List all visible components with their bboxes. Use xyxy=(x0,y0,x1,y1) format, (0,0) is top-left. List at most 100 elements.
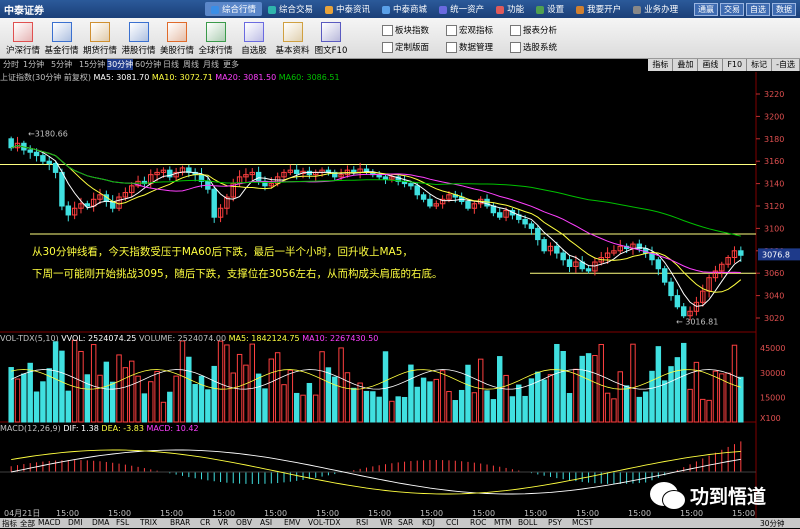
menu-item-1[interactable]: 综合交易 xyxy=(262,2,319,16)
volume-bar xyxy=(712,370,719,423)
volume-bar xyxy=(198,375,205,423)
toolbar-small-button-2[interactable]: 定制版面 xyxy=(382,41,429,53)
volume-bar xyxy=(300,394,306,423)
indicator-tab-6[interactable]: TRIX xyxy=(140,518,157,527)
indicator-tab-22[interactable]: PSY xyxy=(548,518,562,527)
period-4[interactable]: 30分钟 xyxy=(107,59,134,70)
chart-tool-1[interactable]: 叠加 xyxy=(673,59,699,71)
toolbar-button-2[interactable]: 期货行情 xyxy=(81,20,119,56)
volume-bar xyxy=(160,401,167,423)
volume-bar xyxy=(84,374,91,423)
menu-item-2[interactable]: 中泰资讯 xyxy=(319,2,376,16)
indicator-tab-11[interactable]: ASI xyxy=(260,518,272,527)
period-3[interactable]: 15分钟 xyxy=(79,59,105,70)
period-6[interactable]: 日线 xyxy=(163,59,179,70)
volume-bar xyxy=(503,374,509,423)
period-5[interactable]: 60分钟 xyxy=(135,59,161,70)
volume-bar xyxy=(382,351,389,423)
indicator-tab-1[interactable]: 全部 xyxy=(20,518,35,529)
candle-body xyxy=(65,205,71,216)
menu-icon xyxy=(536,5,545,14)
period-7[interactable]: 周线 xyxy=(183,59,199,70)
title-button-3[interactable]: 数据 xyxy=(772,3,796,16)
period-1[interactable]: 1分钟 xyxy=(23,59,44,70)
toolbar-button-1[interactable]: 基金行情 xyxy=(43,20,81,56)
toolbar-small-button-3[interactable]: 数据管理 xyxy=(446,41,493,53)
price-tick-label: 3120 xyxy=(764,202,784,211)
indicator-tab-0[interactable]: 指标 xyxy=(2,518,17,529)
kline-chart[interactable]: 3220320031803160314031203100308030603040… xyxy=(0,72,800,518)
chart-tool-2[interactable]: 画线 xyxy=(698,59,724,71)
indicator-tab-9[interactable]: VR xyxy=(218,518,228,527)
indicator-tab-21[interactable]: BOLL xyxy=(518,518,537,527)
small-button-label: 宏观指标 xyxy=(459,26,494,36)
indicator-tab-5[interactable]: FSL xyxy=(116,518,129,527)
title-button-0[interactable]: 通赢 xyxy=(694,3,718,16)
indicator-tab-14[interactable]: RSI xyxy=(356,518,368,527)
menu-item-5[interactable]: 功能 xyxy=(490,2,530,16)
volume-bar xyxy=(484,390,490,423)
title-button-1[interactable]: 交易 xyxy=(720,3,744,16)
indicator-tab-7[interactable]: BRAR xyxy=(170,518,190,527)
chart-tool-0[interactable]: 指标 xyxy=(648,59,674,71)
chart-tool-5[interactable]: -自选 xyxy=(772,59,800,71)
menu-item-7[interactable]: 我要开户 xyxy=(570,2,627,16)
indicator-tab-20[interactable]: MTM xyxy=(494,518,512,527)
time-label: 15:00 xyxy=(524,509,547,518)
toolbar-button-4[interactable]: 美股行情 xyxy=(158,20,196,56)
volume-bar xyxy=(236,353,243,423)
menu-label: 功能 xyxy=(507,5,525,15)
toolbar-small-button-0[interactable]: 板块指数 xyxy=(382,24,429,36)
indicator-tab-23[interactable]: MCST xyxy=(572,518,593,527)
indicator-tab-18[interactable]: CCI xyxy=(446,518,459,527)
indicator-tab-2[interactable]: MACD xyxy=(38,518,60,527)
indicator-tab-3[interactable]: DMI xyxy=(68,518,82,527)
indicator-tab-19[interactable]: ROC xyxy=(470,518,486,527)
toolbar-small-button-5[interactable]: 选股系统 xyxy=(510,41,557,53)
period-2[interactable]: 5分钟 xyxy=(51,59,72,70)
volume-bar xyxy=(738,376,744,423)
toolbar-button-6[interactable]: 自选股 xyxy=(235,20,273,56)
period-0[interactable]: 分时 xyxy=(3,59,19,70)
volume-bar xyxy=(90,344,97,423)
price-tick-label: 3200 xyxy=(764,112,784,121)
toolbar-button-3[interactable]: 港股行情 xyxy=(120,20,158,56)
time-label: 15:00 xyxy=(160,509,183,518)
toolbar-label: 全球行情 xyxy=(198,46,233,56)
toolbar-icon xyxy=(167,22,187,42)
menu-item-0[interactable]: 综合行情 xyxy=(205,2,263,16)
menu-label: 综合行情 xyxy=(222,5,257,15)
time-label: 15:00 xyxy=(628,509,651,518)
menu-item-8[interactable]: 业务办理 xyxy=(627,2,684,16)
indicator-tab-16[interactable]: SAR xyxy=(398,518,413,527)
toolbar-button-8[interactable]: 图文F10 xyxy=(312,20,350,56)
chart-tool-4[interactable]: 标记 xyxy=(747,59,773,71)
indicator-tab-17[interactable]: KDJ xyxy=(422,518,435,527)
toolbar-small-button-4[interactable]: 报表分析 xyxy=(510,24,557,36)
period-8[interactable]: 月线 xyxy=(203,59,219,70)
chart-tool-3[interactable]: F10 xyxy=(723,59,748,71)
volume-bar xyxy=(649,370,655,423)
indicator-tab-13[interactable]: VOL-TDX xyxy=(308,518,340,527)
indicator-tab-4[interactable]: DMA xyxy=(92,518,109,527)
candle-body xyxy=(414,185,420,196)
annotation-line-2: 下周一可能刚开始挑战3095，随后下跌，支撑位在3056左右，从而构成头肩底的右… xyxy=(32,268,443,280)
period-9[interactable]: 更多 xyxy=(223,59,239,70)
price-tick-label: 3020 xyxy=(764,314,784,323)
toolbar-button-7[interactable]: 基本资料 xyxy=(274,20,312,56)
menu-item-6[interactable]: 设置 xyxy=(530,2,570,16)
volume-bar xyxy=(731,344,738,423)
toolbar-small-button-1[interactable]: 宏观指标 xyxy=(446,24,493,36)
toolbar-button-5[interactable]: 全球行情 xyxy=(197,20,235,56)
menu-item-3[interactable]: 中泰商城 xyxy=(376,2,433,16)
toolbar-button-0[interactable]: 沪深行情 xyxy=(4,20,42,56)
indicator-tab-12[interactable]: EMV xyxy=(284,518,300,527)
menu-item-4[interactable]: 统一资产 xyxy=(433,2,490,16)
indicator-tab-10[interactable]: OBV xyxy=(236,518,252,527)
toolbar-icon xyxy=(90,22,110,42)
title-button-2[interactable]: 自选 xyxy=(746,3,770,16)
indicator-tab-8[interactable]: CR xyxy=(200,518,210,527)
indicator-tab-15[interactable]: WR xyxy=(380,518,393,527)
volume-bar xyxy=(148,381,154,423)
candle-body xyxy=(46,160,52,164)
